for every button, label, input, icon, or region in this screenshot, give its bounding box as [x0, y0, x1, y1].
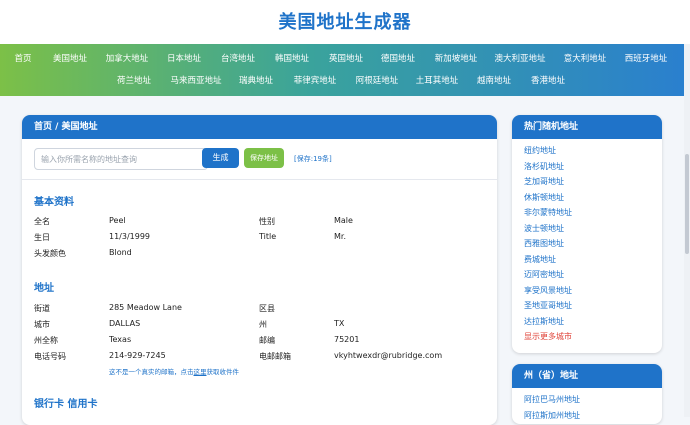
search-area: 生成 保存地址 [保存:19条] — [22, 139, 497, 180]
search-input[interactable] — [34, 148, 208, 170]
fullname-value: Peel — [109, 216, 126, 225]
email-note-suffix: 获取收件件 — [206, 368, 240, 376]
city-link[interactable]: 纽约地址 — [524, 143, 662, 159]
states-list: 阿拉巴马州地址 阿拉斯加州地址 — [512, 388, 662, 423]
street-value: 285 Meadow Lane — [109, 303, 182, 312]
nav-item-germany[interactable]: 德国地址 — [381, 49, 415, 69]
nav-item-taiwan[interactable]: 台湾地址 — [221, 49, 255, 69]
nav-item-malaysia[interactable]: 马来西亚地址 — [170, 71, 221, 91]
nav-item-australia[interactable]: 澳大利亚地址 — [494, 49, 545, 69]
scrollbar-thumb[interactable] — [685, 154, 689, 254]
county-label: 区县 — [259, 304, 275, 313]
nav-item-argentina[interactable]: 阿根廷地址 — [356, 71, 399, 91]
city-value: DALLAS — [109, 319, 141, 328]
generate-button[interactable]: 生成 — [202, 148, 239, 168]
nav-bar: 首页 美国地址 加拿大地址 日本地址 台湾地址 韩国地址 英国地址 德国地址 新… — [0, 44, 690, 96]
bank-card-title: 银行卡 信用卡 — [34, 399, 98, 410]
city-link[interactable]: 西雅图地址 — [524, 236, 662, 252]
city-link[interactable]: 迈阿密地址 — [524, 267, 662, 283]
header: 美国地址生成器 — [0, 0, 690, 44]
city-link[interactable]: 芝加哥地址 — [524, 174, 662, 190]
city-link[interactable]: 费城地址 — [524, 252, 662, 268]
nav-item-canada[interactable]: 加拿大地址 — [106, 49, 149, 69]
email-note-prefix: 这不是一个真实的邮箱，点击 — [109, 368, 194, 376]
state-value: TX — [334, 319, 345, 328]
nav-item-spain[interactable]: 西班牙地址 — [625, 49, 668, 69]
hot-cities-list: 纽约地址 洛杉矶地址 芝加哥地址 休斯顿地址 非尔蒙特地址 波士顿地址 西雅图地… — [512, 139, 662, 345]
phone-label: 电话号码 — [34, 352, 66, 361]
saved-count-link[interactable]: [保存:19条] — [294, 154, 332, 164]
nav-row-1: 首页 美国地址 加拿大地址 日本地址 台湾地址 韩国地址 英国地址 德国地址 新… — [0, 49, 690, 69]
nav-item-japan[interactable]: 日本地址 — [167, 49, 201, 69]
nav-item-uk[interactable]: 英国地址 — [329, 49, 363, 69]
gender-value: Male — [334, 216, 353, 225]
hot-cities-title: 热门随机地址 — [512, 115, 662, 139]
nav-item-singapore[interactable]: 新加坡地址 — [435, 49, 478, 69]
fullname-label: 全名 — [34, 217, 50, 226]
title-value: Mr. — [334, 232, 346, 241]
state-link[interactable]: 阿拉巴马州地址 — [524, 392, 662, 408]
birthday-label: 生日 — [34, 233, 50, 242]
email-note: 这不是一个真实的邮箱，点击这里获取收件件 — [109, 366, 239, 376]
nav-item-korea[interactable]: 韩国地址 — [275, 49, 309, 69]
main-card: 首页 / 美国地址 生成 保存地址 [保存:19条] 基本资料 全名 Peel … — [22, 115, 497, 425]
nav-item-turkey[interactable]: 土耳其地址 — [416, 71, 459, 91]
city-link[interactable]: 享受风景地址 — [524, 283, 662, 299]
nav-item-sweden[interactable]: 瑞典地址 — [239, 71, 273, 91]
page-scrollbar[interactable] — [684, 44, 690, 417]
street-label: 街道 — [34, 304, 50, 313]
nav-item-us[interactable]: 美国地址 — [53, 49, 87, 69]
title-label: Title — [259, 232, 277, 241]
city-link[interactable]: 洛杉矶地址 — [524, 159, 662, 175]
basic-info-title: 基本资料 — [34, 197, 74, 208]
city-link[interactable]: 达拉斯地址 — [524, 314, 662, 330]
hair-color-label: 头发颜色 — [34, 249, 66, 258]
nav-row-2: 荷兰地址 马来西亚地址 瑞典地址 菲律宾地址 阿根廷地址 土耳其地址 越南地址 … — [0, 71, 690, 91]
nav-item-home[interactable]: 首页 — [14, 49, 31, 69]
nav-item-italy[interactable]: 意大利地址 — [564, 49, 607, 69]
states-card: 州（省）地址 阿拉巴马州地址 阿拉斯加州地址 — [512, 364, 662, 424]
nav-item-philippines[interactable]: 菲律宾地址 — [294, 71, 337, 91]
breadcrumb: 首页 / 美国地址 — [22, 115, 497, 139]
address-title: 地址 — [34, 283, 54, 294]
city-label: 城市 — [34, 320, 50, 329]
nav-item-netherlands[interactable]: 荷兰地址 — [117, 71, 151, 91]
email-label: 电邮邮箱 — [259, 352, 291, 361]
state-full-label: 州全称 — [34, 336, 58, 345]
show-more-cities-link[interactable]: 显示更多城市 — [524, 329, 662, 345]
hot-cities-card: 热门随机地址 纽约地址 洛杉矶地址 芝加哥地址 休斯顿地址 非尔蒙特地址 波士顿… — [512, 115, 662, 353]
hair-color-value: Blond — [109, 248, 132, 257]
states-title: 州（省）地址 — [512, 364, 662, 388]
birthday-value: 11/3/1999 — [109, 232, 151, 241]
city-link[interactable]: 非尔蒙特地址 — [524, 205, 662, 221]
email-value: vkyhtwexdr@rubridge.com — [334, 351, 443, 360]
state-full-value: Texas — [109, 335, 132, 344]
phone-value: 214-929-7245 — [109, 351, 166, 360]
gender-label: 性别 — [259, 217, 275, 226]
nav-item-vietnam[interactable]: 越南地址 — [477, 71, 511, 91]
zip-value: 75201 — [334, 335, 360, 344]
city-link[interactable]: 休斯顿地址 — [524, 190, 662, 206]
nav-item-hongkong[interactable]: 香港地址 — [531, 71, 565, 91]
city-link[interactable]: 波士顿地址 — [524, 221, 662, 237]
state-label: 州 — [259, 320, 267, 329]
state-link[interactable]: 阿拉斯加州地址 — [524, 408, 662, 424]
save-address-button[interactable]: 保存地址 — [244, 148, 284, 168]
email-inbox-link[interactable]: 这里 — [194, 368, 207, 376]
site-title: 美国地址生成器 — [278, 12, 412, 33]
zip-label: 邮编 — [259, 336, 275, 345]
city-link[interactable]: 圣地亚哥地址 — [524, 298, 662, 314]
